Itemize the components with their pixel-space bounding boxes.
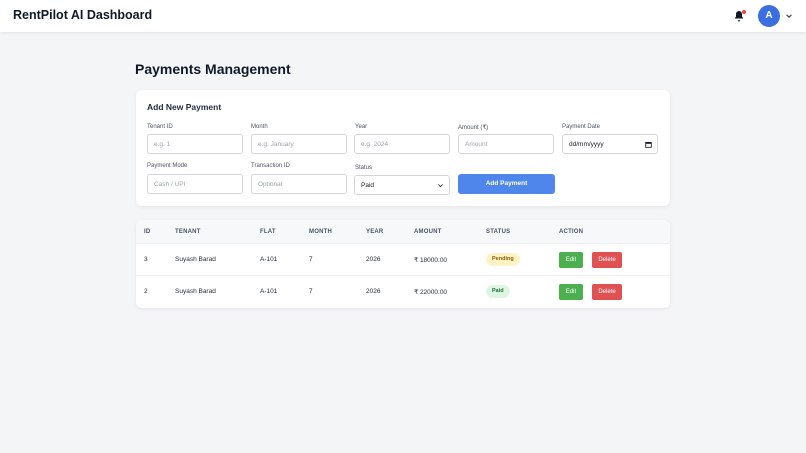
cell-flat: A-101	[260, 288, 278, 295]
delete-button[interactable]: Delete	[592, 252, 622, 268]
edit-button[interactable]: Edit	[559, 284, 583, 300]
month-label: Month	[251, 124, 268, 130]
cell-year: 2026	[366, 256, 381, 263]
chevron-down-icon[interactable]	[785, 12, 793, 20]
avatar[interactable]: A	[758, 5, 780, 27]
form-title: Add New Payment	[147, 102, 222, 112]
cell-flat: A-101	[260, 256, 278, 263]
column-header-status: STATUS	[486, 229, 511, 235]
cell-month: 7	[309, 256, 313, 263]
cell-tenant: Suyash Barad	[175, 288, 216, 295]
tenant-id-input[interactable]	[147, 134, 243, 154]
tenant-id-label: Tenant ID	[147, 124, 173, 130]
add-payment-button[interactable]: Add Payment	[458, 174, 555, 194]
status-badge: Paid	[486, 285, 510, 298]
month-input[interactable]	[251, 134, 347, 154]
amount-input[interactable]	[458, 134, 554, 154]
column-header-amount: AMOUNT	[414, 229, 442, 235]
column-header-id: ID	[144, 229, 151, 235]
payment-date-input[interactable]: dd/mm/yyyy	[562, 134, 658, 154]
column-header-flat: FLAT	[260, 229, 276, 235]
delete-button[interactable]: Delete	[592, 284, 622, 300]
payment-mode-label: Payment Mode	[147, 163, 188, 169]
cell-amount: ₹ 18000.00	[414, 257, 448, 264]
page-title: Payments Management	[135, 61, 291, 77]
payment-date-value: dd/mm/yyyy	[569, 140, 604, 148]
status-label: Status	[355, 165, 373, 171]
cell-id: 3	[144, 256, 148, 263]
payment-date-label: Payment Date	[562, 124, 601, 130]
table-header: ID TENANT FLAT MONTH YEAR AMOUNT STATUS …	[136, 220, 670, 244]
chevron-down-icon	[438, 183, 443, 187]
column-header-action: ACTION	[559, 229, 584, 235]
table-row: 3 Suyash Barad A-101 7 2026 ₹ 18000.00 P…	[136, 244, 670, 276]
column-header-month: MONTH	[309, 229, 332, 235]
status-select[interactable]: Paid	[354, 175, 450, 195]
cell-tenant: Suyash Barad	[175, 256, 216, 263]
cell-month: 7	[309, 288, 313, 295]
edit-button[interactable]: Edit	[559, 252, 583, 268]
top-bar: RentPilot AI Dashboard A	[0, 0, 806, 32]
amount-label: Amount (₹)	[458, 125, 489, 131]
add-payment-form: Add New Payment Tenant ID Month Year Amo…	[136, 90, 670, 206]
calendar-icon[interactable]	[645, 141, 652, 148]
column-header-year: YEAR	[366, 229, 384, 235]
status-select-value: Paid	[361, 181, 375, 189]
transaction-id-input[interactable]	[251, 174, 347, 194]
transaction-id-label: Transaction ID	[251, 163, 290, 169]
column-header-tenant: TENANT	[175, 229, 201, 235]
table-row: 2 Suyash Barad A-101 7 2026 ₹ 22000.00 P…	[136, 276, 670, 308]
cell-id: 2	[144, 288, 148, 295]
notification-dot	[742, 10, 746, 14]
app-title: RentPilot AI Dashboard	[13, 8, 153, 22]
payment-mode-input[interactable]	[147, 174, 243, 194]
cell-amount: ₹ 22000.00	[414, 289, 448, 296]
payments-table: ID TENANT FLAT MONTH YEAR AMOUNT STATUS …	[136, 220, 670, 308]
cell-year: 2026	[366, 288, 381, 295]
year-input[interactable]	[354, 134, 450, 154]
status-badge: Pending	[486, 253, 520, 266]
year-label: Year	[355, 124, 368, 130]
